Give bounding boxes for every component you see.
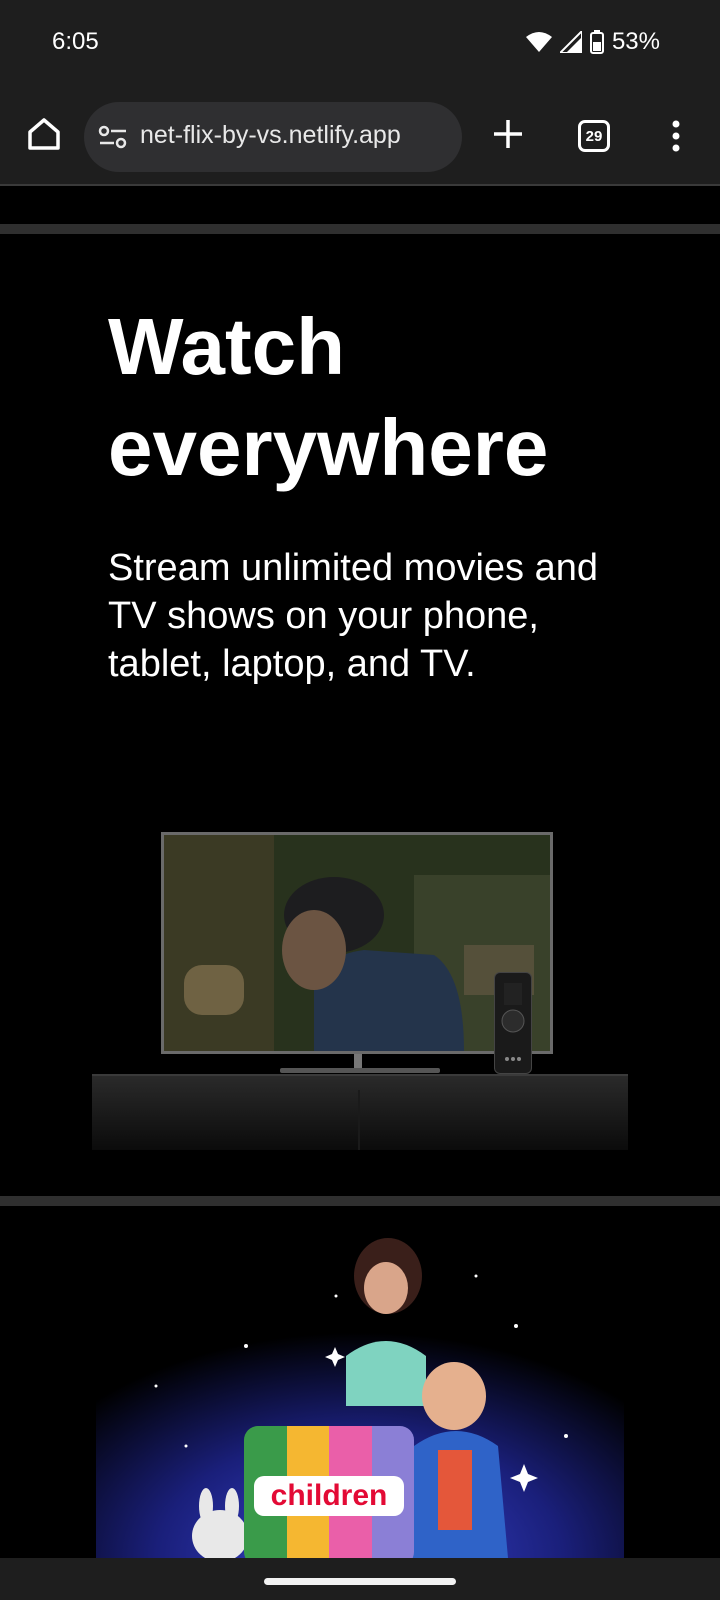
- status-bar: 6:05 53%: [0, 0, 720, 90]
- browser-toolbar: net-flix-by-vs.netlify.app 29: [0, 90, 720, 186]
- site-settings-icon[interactable]: [98, 124, 128, 150]
- kids-illustration: children: [96, 1236, 624, 1558]
- navigation-bar: [0, 1558, 720, 1600]
- tv-illustration: [92, 832, 628, 1152]
- more-vert-icon[interactable]: [664, 116, 688, 156]
- remote-icon: [494, 972, 532, 1074]
- plus-icon[interactable]: [488, 114, 528, 154]
- tv-stand-base: [280, 1068, 440, 1073]
- wifi-icon: [525, 32, 552, 52]
- gesture-handle[interactable]: [264, 1578, 456, 1585]
- page-subtitle: Stream unlimited movies and TV shows on …: [108, 547, 598, 685]
- battery-icon: [589, 30, 604, 54]
- cell-signal-icon: [559, 31, 582, 53]
- web-page: Watch everywhere Stream unlimited movies…: [0, 186, 720, 1558]
- tv-stand: [354, 1054, 362, 1068]
- section-divider: [0, 224, 720, 234]
- section-divider: [0, 1196, 720, 1206]
- status-icons: 53%: [525, 28, 660, 56]
- url-text[interactable]: net-flix-by-vs.netlify.app: [140, 121, 401, 150]
- battery-percent: 53%: [611, 28, 660, 55]
- kids-profile-label: children: [254, 1476, 404, 1516]
- status-time: 6:05: [52, 28, 99, 55]
- tab-count: 29: [585, 127, 603, 145]
- tabs-icon[interactable]: 29: [578, 120, 610, 152]
- home-icon[interactable]: [24, 114, 64, 154]
- tv-video-frame: [164, 835, 550, 1051]
- tv-cabinet: [92, 1074, 628, 1150]
- address-bar[interactable]: net-flix-by-vs.netlify.app: [84, 102, 462, 172]
- page-title: Watch everywhere: [108, 302, 549, 492]
